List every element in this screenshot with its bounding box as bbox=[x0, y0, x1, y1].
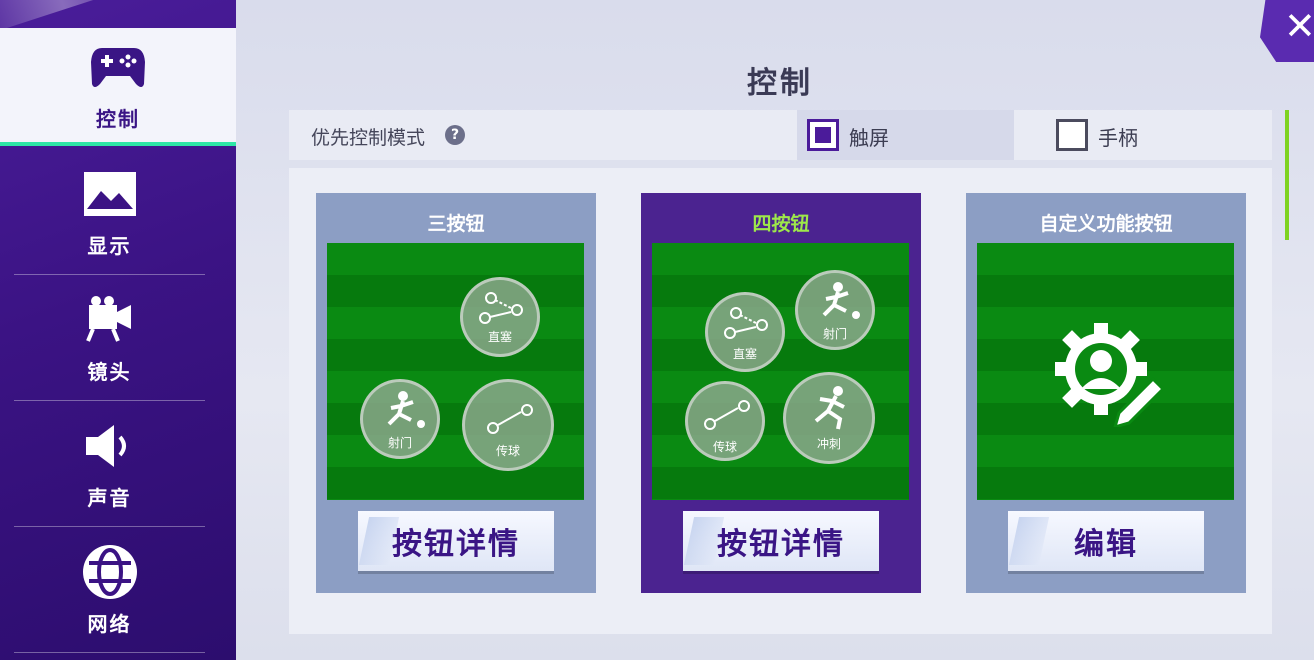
shoot-label: 射门 bbox=[387, 436, 412, 450]
sprint-button: 冲刺 bbox=[783, 372, 875, 464]
field-preview: 直塞 射门 传球 bbox=[327, 243, 584, 500]
touch-checkbox[interactable] bbox=[807, 119, 839, 151]
shoot-icon bbox=[822, 282, 860, 319]
through-ball-label: 直塞 bbox=[732, 347, 757, 361]
globe-icon bbox=[80, 544, 140, 600]
card-title: 自定义功能按钮 bbox=[1039, 213, 1173, 235]
sidebar-item-label: 网络 bbox=[87, 611, 132, 636]
gamepad-mode-label: 手柄 bbox=[1098, 126, 1138, 150]
sidebar-item-label: 控制 bbox=[96, 106, 140, 131]
touch-mode-label: 触屏 bbox=[849, 126, 889, 150]
sprint-icon bbox=[814, 386, 845, 430]
sidebar-item-label: 镜头 bbox=[87, 359, 132, 384]
pass-icon bbox=[487, 404, 533, 434]
pass-button: 传球 bbox=[462, 379, 554, 471]
camera-icon bbox=[80, 292, 140, 348]
pass-button: 传球 bbox=[685, 381, 765, 461]
pass-label: 传球 bbox=[712, 440, 737, 454]
layout-card-custom[interactable]: 自定义功能按钮 编辑 bbox=[966, 193, 1246, 593]
sidebar-item-label: 声音 bbox=[87, 485, 132, 510]
sidebar-item-label: 显示 bbox=[87, 233, 132, 258]
field-preview: 直塞 射门 传球 冲刺 bbox=[652, 243, 909, 500]
sprint-label: 冲刺 bbox=[816, 437, 841, 451]
pass-icon bbox=[704, 400, 750, 430]
shoot-button: 射门 bbox=[360, 379, 440, 459]
sidebar: 控制 显示 镜头 声音 网络 bbox=[0, 0, 236, 660]
gamepad-checkbox[interactable] bbox=[1056, 119, 1088, 151]
sidebar-item-network[interactable]: 网络 bbox=[14, 528, 205, 653]
field-preview bbox=[977, 243, 1234, 500]
through-ball-button: 直塞 bbox=[705, 292, 785, 372]
shoot-button: 射门 bbox=[795, 270, 875, 350]
layout-card-four-buttons[interactable]: 四按钮 直塞 射门 传球 冲刺 按钮详情 bbox=[641, 193, 921, 593]
sidebar-item-sound[interactable]: 声音 bbox=[14, 402, 205, 527]
shoot-icon bbox=[387, 391, 425, 428]
close-icon: ✕ bbox=[1284, 4, 1314, 48]
sidebar-item-controls[interactable]: 控制 bbox=[0, 28, 236, 146]
image-icon bbox=[80, 166, 140, 222]
button-details-button[interactable]: 按钮详情 bbox=[683, 511, 879, 571]
card-title: 四按钮 bbox=[752, 213, 810, 235]
sidebar-item-display[interactable]: 显示 bbox=[14, 150, 205, 275]
help-icon[interactable]: ? bbox=[445, 125, 465, 145]
control-mode-label: 优先控制模式 bbox=[311, 127, 426, 149]
button-details-button[interactable]: 按钮详情 bbox=[358, 511, 554, 571]
edit-button[interactable]: 编辑 bbox=[1008, 511, 1204, 571]
through-ball-button: 直塞 bbox=[460, 277, 540, 357]
touch-mode-option[interactable]: 触屏 bbox=[797, 110, 1014, 160]
scrollbar[interactable] bbox=[1285, 110, 1289, 240]
gear-person-edit-icon bbox=[1055, 323, 1166, 427]
shoot-label: 射门 bbox=[822, 327, 847, 341]
gamepad-icon bbox=[88, 39, 148, 95]
layout-card-three-buttons[interactable]: 三按钮 直塞 射门 传球 按钮详情 bbox=[316, 193, 596, 593]
through-ball-icon bbox=[724, 307, 768, 339]
card-title: 三按钮 bbox=[427, 213, 485, 235]
pass-label: 传球 bbox=[495, 444, 520, 458]
through-ball-icon bbox=[479, 292, 523, 324]
page-title: 控制 bbox=[747, 66, 813, 101]
gamepad-mode-option[interactable]: 手柄 bbox=[1041, 110, 1241, 160]
sidebar-item-camera[interactable]: 镜头 bbox=[14, 276, 205, 401]
through-ball-label: 直塞 bbox=[487, 330, 512, 344]
control-mode-row: 优先控制模式 ? 触屏 手柄 bbox=[289, 110, 1272, 160]
speaker-icon bbox=[80, 418, 140, 474]
